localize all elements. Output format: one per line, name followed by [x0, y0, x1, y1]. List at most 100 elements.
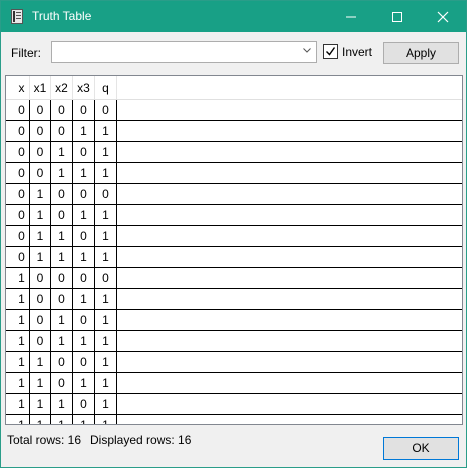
- table-cell[interactable]: 1: [51, 226, 73, 246]
- table-cell[interactable]: 1: [14, 289, 30, 309]
- table-cell[interactable]: 1: [14, 415, 30, 424]
- filter-combobox[interactable]: [51, 41, 317, 63]
- table-cell[interactable]: 1: [51, 142, 73, 162]
- table-row[interactable]: 00111: [6, 163, 462, 184]
- table-cell[interactable]: 1: [30, 352, 51, 372]
- table-cell[interactable]: 1: [95, 142, 117, 162]
- table-cell[interactable]: 0: [14, 121, 30, 141]
- table-cell[interactable]: 1: [73, 289, 95, 309]
- table-cell[interactable]: 1: [14, 310, 30, 330]
- table-cell[interactable]: 0: [95, 268, 117, 288]
- row-selector[interactable]: [6, 163, 13, 183]
- table-row[interactable]: 00011: [6, 121, 462, 142]
- row-selector[interactable]: [6, 310, 13, 330]
- table-cell[interactable]: 1: [30, 205, 51, 225]
- table-row[interactable]: 10101: [6, 310, 462, 331]
- table-cell[interactable]: 0: [95, 100, 117, 120]
- table-cell[interactable]: 1: [95, 226, 117, 246]
- close-button[interactable]: [420, 1, 466, 32]
- table-cell[interactable]: 0: [30, 331, 51, 351]
- truth-table-grid[interactable]: x x1 x2 x3 q 000000001100101001110100001…: [5, 75, 463, 425]
- table-cell[interactable]: 0: [30, 121, 51, 141]
- ok-button[interactable]: OK: [383, 437, 459, 460]
- row-selector[interactable]: [6, 289, 13, 309]
- table-cell[interactable]: 0: [73, 142, 95, 162]
- table-cell[interactable]: 1: [95, 415, 117, 424]
- column-header[interactable]: x3: [73, 76, 95, 99]
- table-cell[interactable]: 0: [14, 226, 30, 246]
- table-cell[interactable]: 0: [51, 121, 73, 141]
- table-row[interactable]: 10011: [6, 289, 462, 310]
- table-cell[interactable]: 1: [51, 394, 73, 414]
- table-cell[interactable]: 0: [30, 289, 51, 309]
- table-cell[interactable]: 1: [95, 163, 117, 183]
- table-row[interactable]: 01101: [6, 226, 462, 247]
- table-cell[interactable]: 1: [14, 394, 30, 414]
- table-cell[interactable]: 1: [14, 373, 30, 393]
- row-selector[interactable]: [6, 352, 13, 372]
- table-cell[interactable]: 1: [14, 268, 30, 288]
- column-header[interactable]: x1: [30, 76, 51, 99]
- table-cell[interactable]: 0: [14, 142, 30, 162]
- table-cell[interactable]: 0: [30, 100, 51, 120]
- table-cell[interactable]: 0: [14, 247, 30, 267]
- table-cell[interactable]: 0: [95, 184, 117, 204]
- table-cell[interactable]: 1: [95, 394, 117, 414]
- table-cell[interactable]: 1: [73, 247, 95, 267]
- table-cell[interactable]: 1: [73, 121, 95, 141]
- table-cell[interactable]: 1: [51, 247, 73, 267]
- table-cell[interactable]: 0: [30, 163, 51, 183]
- row-selector[interactable]: [6, 205, 13, 225]
- table-cell[interactable]: 0: [30, 142, 51, 162]
- row-selector[interactable]: [6, 331, 13, 351]
- table-cell[interactable]: 0: [14, 184, 30, 204]
- table-cell[interactable]: 1: [51, 163, 73, 183]
- table-cell[interactable]: 1: [95, 352, 117, 372]
- table-cell[interactable]: 1: [73, 415, 95, 424]
- table-cell[interactable]: 1: [30, 226, 51, 246]
- row-selector[interactable]: [6, 121, 13, 141]
- table-cell[interactable]: 0: [73, 184, 95, 204]
- table-row[interactable]: 00101: [6, 142, 462, 163]
- minimize-button[interactable]: [328, 1, 374, 32]
- row-selector[interactable]: [6, 247, 13, 267]
- table-cell[interactable]: 1: [95, 247, 117, 267]
- table-row[interactable]: 00000: [6, 100, 462, 121]
- table-cell[interactable]: 0: [14, 163, 30, 183]
- table-cell[interactable]: 1: [95, 289, 117, 309]
- table-cell[interactable]: 1: [51, 415, 73, 424]
- table-cell[interactable]: 0: [14, 100, 30, 120]
- table-cell[interactable]: 0: [73, 226, 95, 246]
- table-cell[interactable]: 1: [95, 373, 117, 393]
- table-cell[interactable]: 1: [30, 415, 51, 424]
- table-row[interactable]: 11001: [6, 352, 462, 373]
- table-cell[interactable]: 0: [14, 205, 30, 225]
- table-row[interactable]: 01011: [6, 205, 462, 226]
- table-cell[interactable]: 0: [73, 352, 95, 372]
- row-selector[interactable]: [6, 394, 13, 414]
- table-cell[interactable]: 0: [51, 100, 73, 120]
- table-cell[interactable]: 0: [30, 310, 51, 330]
- invert-checkbox[interactable]: [323, 44, 338, 59]
- table-cell[interactable]: 0: [51, 184, 73, 204]
- row-selector[interactable]: [6, 268, 13, 288]
- title-bar[interactable]: Truth Table: [1, 1, 466, 32]
- row-selector[interactable]: [6, 184, 13, 204]
- table-cell[interactable]: 1: [73, 373, 95, 393]
- table-cell[interactable]: 1: [73, 205, 95, 225]
- table-row[interactable]: 11011: [6, 373, 462, 394]
- table-row[interactable]: 10111: [6, 331, 462, 352]
- table-cell[interactable]: 0: [73, 268, 95, 288]
- table-cell[interactable]: 1: [30, 373, 51, 393]
- table-row[interactable]: 01000: [6, 184, 462, 205]
- row-selector[interactable]: [6, 100, 13, 120]
- row-selector[interactable]: [6, 226, 13, 246]
- table-cell[interactable]: 1: [30, 394, 51, 414]
- table-cell[interactable]: 0: [73, 394, 95, 414]
- table-row[interactable]: 11111: [6, 415, 462, 424]
- table-cell[interactable]: 0: [73, 100, 95, 120]
- column-header[interactable]: q: [95, 76, 117, 99]
- row-selector[interactable]: [6, 415, 13, 424]
- table-cell[interactable]: 0: [30, 268, 51, 288]
- table-row[interactable]: 11101: [6, 394, 462, 415]
